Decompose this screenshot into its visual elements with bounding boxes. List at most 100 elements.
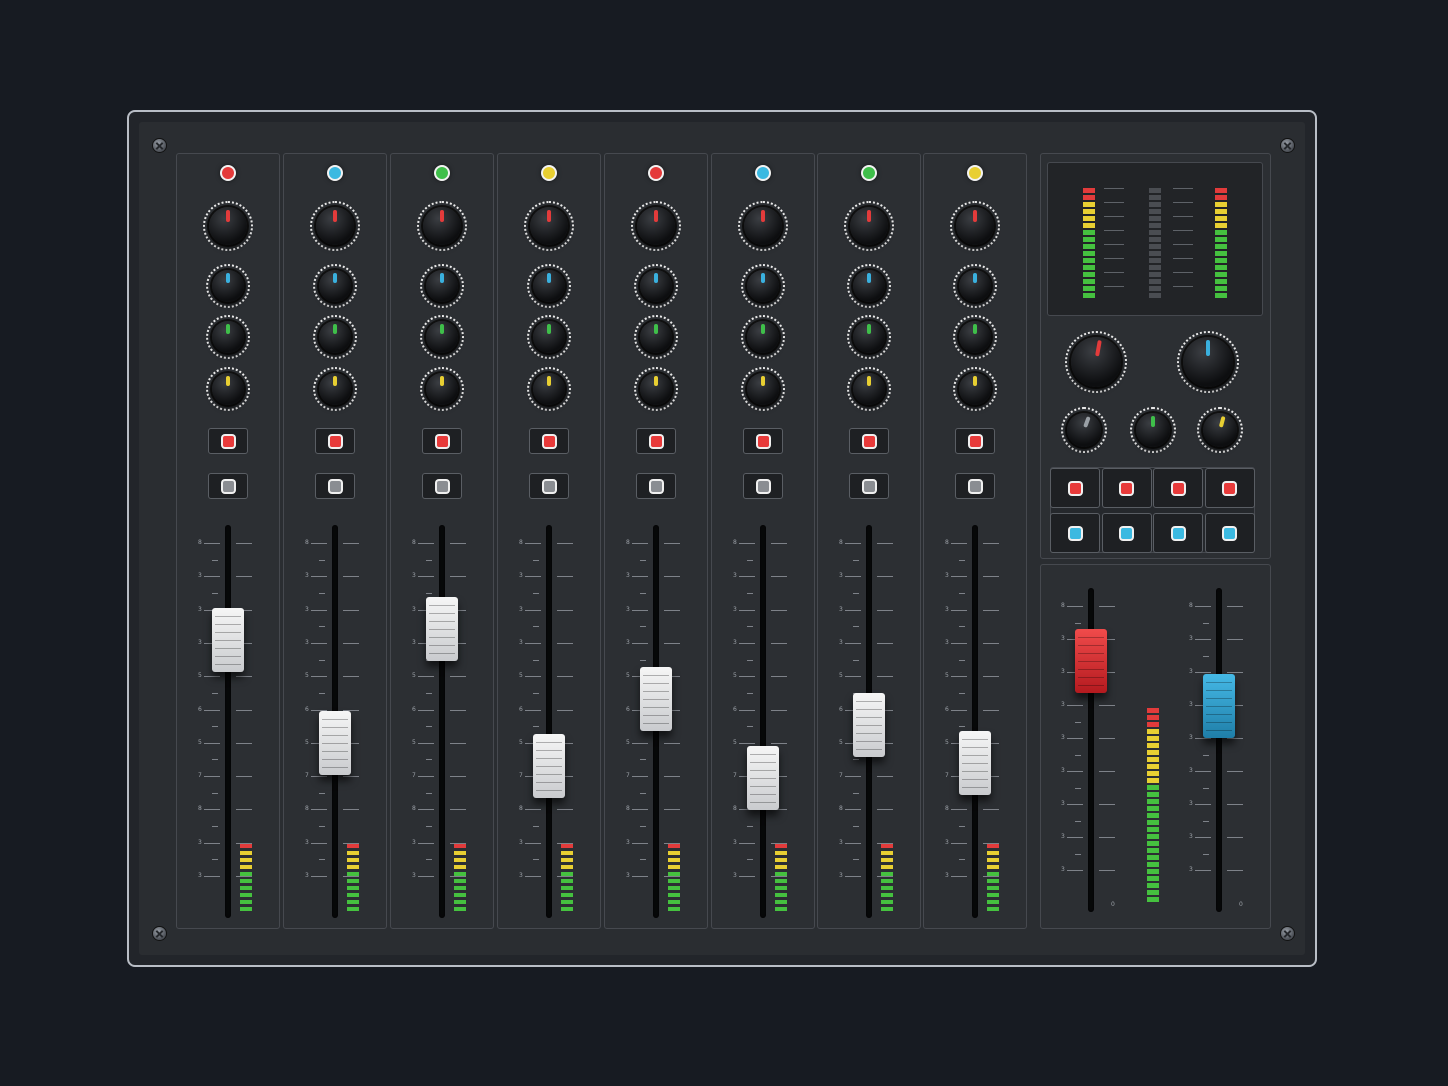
master-right-fader-tick	[1227, 837, 1243, 838]
channel-2-fader-minor-tick	[319, 592, 325, 594]
channel-4-mid-eq-knob[interactable]	[533, 321, 565, 353]
channel-5-mid-eq-knob[interactable]	[640, 321, 672, 353]
channel-1-mute-button[interactable]	[208, 473, 248, 499]
channel-1-fader-minor-tick	[212, 592, 218, 594]
channel-8-fader-tick	[951, 709, 967, 711]
channel-8-fader-tick	[983, 642, 999, 644]
channel-8-mute-button[interactable]	[955, 473, 995, 499]
channel-1-mid-eq-knob[interactable]	[212, 321, 244, 353]
master-blue-button-4[interactable]	[1204, 513, 1255, 553]
channel-1-fader-tick-label: 5	[198, 738, 202, 746]
channel-7-solo-button[interactable]	[849, 428, 889, 454]
channel-3-high-eq-knob[interactable]	[426, 270, 458, 302]
channel-5-high-eq-knob[interactable]	[640, 270, 672, 302]
channel-1-fader-minor-tick	[212, 759, 218, 761]
channel-2-solo-button[interactable]	[315, 428, 355, 454]
channel-6-low-eq-knob[interactable]	[747, 373, 779, 405]
channel-7-mid-eq-knob[interactable]	[853, 321, 885, 353]
channel-4-level-meter-segment	[561, 851, 573, 855]
channel-4-mute-button[interactable]	[529, 473, 569, 499]
master-meter-scale-tick	[1173, 202, 1193, 203]
master-red-button-1[interactable]	[1050, 468, 1100, 508]
master-right-meter-segment	[1215, 293, 1227, 298]
channel-7-fader-cap[interactable]	[853, 693, 885, 758]
channel-5-level-meter-segment	[668, 865, 680, 869]
channel-1-solo-button[interactable]	[208, 428, 248, 454]
channel-8-gain-knob[interactable]	[956, 207, 994, 245]
master-left-fader-tick	[1099, 606, 1115, 607]
channel-6-mute-button[interactable]	[743, 473, 783, 499]
channel-4-low-eq-knob[interactable]	[533, 373, 565, 405]
channel-2-low-eq-knob[interactable]	[319, 373, 351, 405]
channel-6-mid-eq-knob[interactable]	[747, 321, 779, 353]
channel-6-gain-knob[interactable]	[744, 207, 782, 245]
master-right-fader-tick	[1227, 639, 1243, 640]
channel-8-mid-eq-knob[interactable]	[959, 321, 991, 353]
master-small-knob-2[interactable]	[1136, 413, 1170, 447]
master-output-meter-segment	[1147, 820, 1159, 825]
channel-1-fader-cap[interactable]	[212, 608, 244, 673]
channel-7-fader-tick	[845, 576, 861, 578]
channel-3-fader-cap[interactable]	[426, 596, 458, 661]
channel-3-mid-eq-knob[interactable]	[426, 321, 458, 353]
channel-7-gain-knob[interactable]	[850, 207, 888, 245]
channel-1-high-eq-knob[interactable]	[212, 270, 244, 302]
channel-5-fader-minor-tick	[640, 559, 646, 561]
channel-1-gain-knob[interactable]	[209, 207, 247, 245]
channel-2-mid-eq-knob[interactable]	[319, 321, 351, 353]
channel-8-low-eq-knob[interactable]	[959, 373, 991, 405]
master-red-button-3[interactable]	[1153, 468, 1203, 508]
channel-4-fader-cap-groove	[536, 774, 562, 776]
channel-5-gain-knob[interactable]	[637, 207, 675, 245]
channel-5-mute-button[interactable]	[636, 473, 676, 499]
master-center-meter-segment	[1149, 258, 1161, 263]
channel-7-gain-knob-pointer	[867, 210, 871, 222]
channel-4-fader-cap[interactable]	[533, 734, 565, 799]
master-blue-button-1[interactable]	[1050, 513, 1100, 553]
channel-8-solo-button[interactable]	[955, 428, 995, 454]
channel-5-low-eq-knob[interactable]	[640, 373, 672, 405]
channel-8-fader-tick	[983, 676, 999, 678]
channel-1-low-eq-knob[interactable]	[212, 373, 244, 405]
channel-2-gain-knob[interactable]	[316, 207, 354, 245]
master-blue-button-2[interactable]	[1101, 513, 1152, 553]
channel-8-fader-cap[interactable]	[959, 731, 991, 796]
master-aux-2-knob[interactable]	[1183, 337, 1233, 387]
channel-3-gain-knob[interactable]	[423, 207, 461, 245]
channel-8-high-eq-knob[interactable]	[959, 270, 991, 302]
channel-6-solo-button[interactable]	[743, 428, 783, 454]
channel-3-mute-button[interactable]	[422, 473, 462, 499]
master-right-fader-tick-label: 3	[1189, 866, 1193, 873]
channel-5-fader-tick-label: 3	[626, 605, 630, 613]
channel-7-fader-minor-tick	[853, 826, 859, 828]
master-left-fader-cap[interactable]	[1075, 629, 1107, 694]
channel-7-high-eq-knob[interactable]	[853, 270, 885, 302]
channel-6-fader-cap[interactable]	[747, 745, 779, 810]
channel-3-level-meter-segment	[454, 865, 466, 869]
channel-7-mute-button[interactable]	[849, 473, 889, 499]
channel-3-mute-button-light	[436, 480, 448, 492]
channel-7-fader-tick	[877, 676, 893, 678]
channel-5-fader-tick-label: 6	[626, 705, 630, 713]
master-red-button-2[interactable]	[1101, 468, 1152, 508]
channel-4-gain-knob[interactable]	[530, 207, 568, 245]
channel-7-low-eq-knob[interactable]	[853, 373, 885, 405]
channel-7-fader-tick	[877, 609, 893, 611]
channel-3-low-eq-knob[interactable]	[426, 373, 458, 405]
channel-4-high-eq-knob[interactable]	[533, 270, 565, 302]
channel-2-fader-cap[interactable]	[319, 710, 351, 775]
master-right-fader-cap[interactable]	[1203, 674, 1235, 739]
channel-2-mute-button[interactable]	[315, 473, 355, 499]
master-blue-button-3[interactable]	[1153, 513, 1203, 553]
channel-5-solo-button[interactable]	[636, 428, 676, 454]
channel-2-fader-cap-groove	[322, 758, 348, 760]
master-left-fader-tick-label: 3	[1061, 767, 1065, 774]
channel-6-high-eq-knob[interactable]	[747, 270, 779, 302]
channel-2-high-eq-knob[interactable]	[319, 270, 351, 302]
master-red-button-4[interactable]	[1204, 468, 1255, 508]
channel-5-fader-cap[interactable]	[640, 666, 672, 731]
channel-3-solo-button[interactable]	[422, 428, 462, 454]
channel-4-fader-tick-label: 5	[519, 738, 523, 746]
channel-8-level-meter-segment	[987, 872, 999, 876]
channel-4-solo-button[interactable]	[529, 428, 569, 454]
